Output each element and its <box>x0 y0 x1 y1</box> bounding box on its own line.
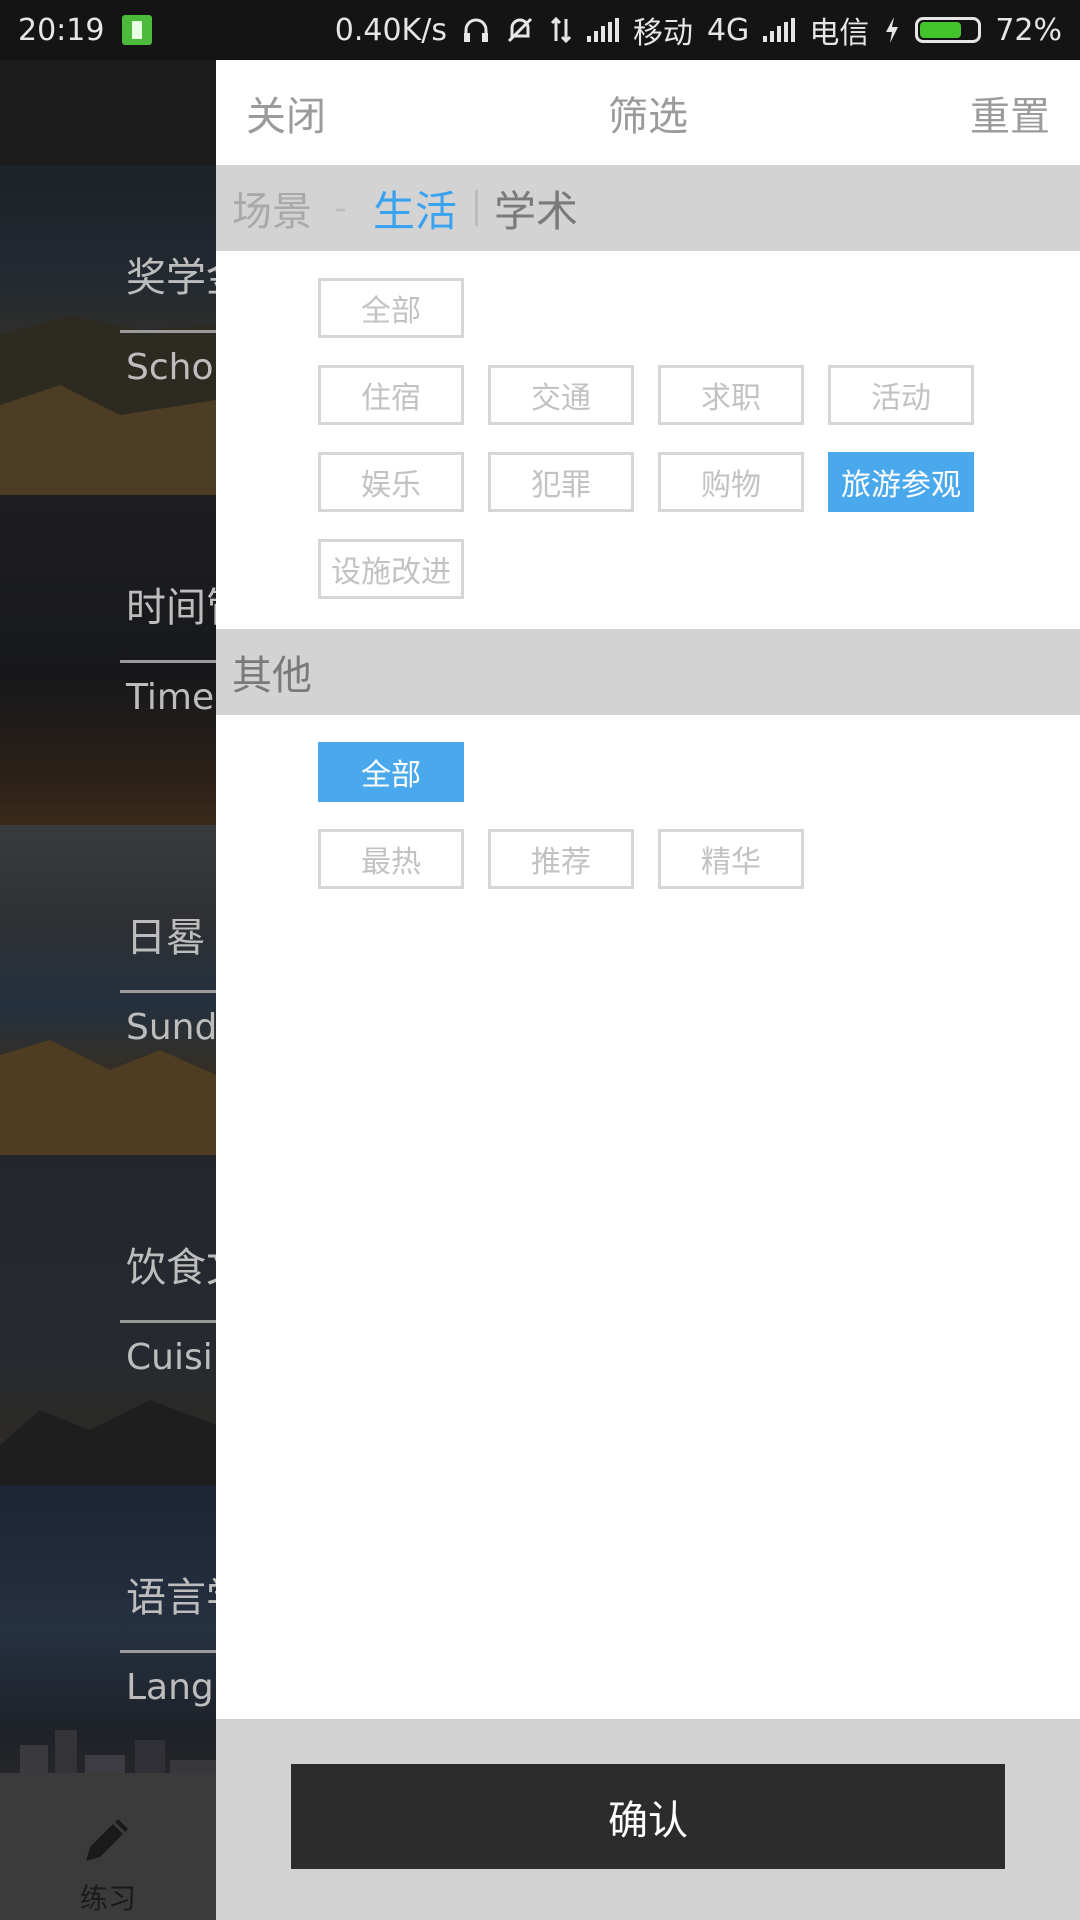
card-title: 时间管理 <box>126 585 216 631</box>
city-image <box>20 1730 216 1773</box>
tag-transport[interactable]: 交通 <box>488 365 634 425</box>
carrier-2: 电信 <box>809 16 870 51</box>
card-divider <box>120 330 216 333</box>
other-label: 其他 <box>232 653 312 699</box>
signal-icon <box>763 18 796 42</box>
tag-featured[interactable]: 精华 <box>658 829 804 889</box>
card-subtitle: Cuisine <box>126 1337 216 1378</box>
card-divider <box>120 1650 216 1653</box>
carrier-1: 移动 <box>632 16 693 51</box>
confirm-button[interactable]: 确认 <box>291 1764 1005 1869</box>
card-subtitle: Scholarship <box>126 347 216 388</box>
tag-recommended[interactable]: 推荐 <box>488 829 634 889</box>
tag-other-all[interactable]: 全部 <box>318 742 464 802</box>
card-title: 奖学金 <box>126 255 216 301</box>
data-arrows-icon <box>549 15 573 45</box>
battery-saver-icon <box>122 15 153 45</box>
background-card[interactable]: 奖学金 Scholarship <box>0 165 216 495</box>
drawer-footer: 确认 <box>216 1719 1080 1920</box>
net-speed: 0.40K/s <box>334 12 447 48</box>
tag-accommodation[interactable]: 住宿 <box>318 365 464 425</box>
scene-separator: - <box>334 187 347 229</box>
status-bar: 20:19 0.40K/s 移动 4G 电信 72% <box>0 0 1080 60</box>
tab-divider <box>475 190 479 226</box>
bottom-tab-bar: 练习 <box>0 1773 216 1920</box>
card-divider <box>120 660 216 663</box>
drawer-title: 筛选 <box>608 94 688 140</box>
reset-button[interactable]: 重置 <box>970 84 1050 142</box>
other-section-header: 其他 <box>216 629 1080 715</box>
scene-label: 场景 <box>232 189 312 235</box>
card-subtitle: Language <box>126 1667 216 1708</box>
tab-practice[interactable]: 练习 <box>0 1773 216 1920</box>
tag-shopping[interactable]: 购物 <box>658 452 804 512</box>
background-card[interactable]: 饮食文化 Cuisine <box>0 1155 216 1485</box>
network-type: 4G <box>706 12 750 48</box>
scene-tags: 全部 住宿 交通 求职 活动 娱乐 犯罪 购物 旅游参观 设施改进 <box>216 251 1080 629</box>
tag-scene-all[interactable]: 全部 <box>318 278 464 338</box>
tag-crime[interactable]: 犯罪 <box>488 452 634 512</box>
scene-section-header: 场景 - 生活 学术 <box>216 165 1080 251</box>
card-title: 饮食文化 <box>126 1245 216 1291</box>
headphones-icon <box>461 15 491 45</box>
card-divider <box>120 990 216 993</box>
tag-activity[interactable]: 活动 <box>828 365 974 425</box>
card-divider <box>120 1320 216 1323</box>
drawer-header: 关闭 筛选 重置 <box>216 60 1080 165</box>
tag-sightseeing[interactable]: 旅游参观 <box>828 452 974 512</box>
tag-facility-improvement[interactable]: 设施改进 <box>318 539 464 599</box>
background-card-list: 奖学金 Scholarship 时间管理 Time 日晷 Sundial 饮食文… <box>0 165 216 1773</box>
other-tags: 全部 最热 推荐 精华 <box>216 715 1080 915</box>
tab-life[interactable]: 生活 <box>373 178 457 239</box>
battery-icon <box>915 17 982 43</box>
card-title: 日晷 <box>126 915 206 961</box>
charging-icon <box>883 15 901 45</box>
tag-hottest[interactable]: 最热 <box>318 829 464 889</box>
background-top-bar <box>0 60 216 165</box>
tab-label: 练习 <box>79 1882 136 1915</box>
tab-academic[interactable]: 学术 <box>494 178 578 239</box>
card-subtitle: Time <box>126 677 215 718</box>
status-time: 20:19 <box>18 12 105 48</box>
card-title: 语言学习 <box>126 1575 216 1621</box>
filter-drawer: 关闭 筛选 重置 场景 - 生活 学术 全部 住宿 交通 求职 活动 娱乐 犯罪… <box>216 60 1080 1920</box>
tag-entertainment[interactable]: 娱乐 <box>318 452 464 512</box>
card-subtitle: Sundial <box>126 1007 216 1048</box>
pencil-icon <box>80 1811 136 1871</box>
mute-icon <box>505 15 535 45</box>
background-card[interactable]: 时间管理 Time <box>0 495 216 825</box>
signal-icon <box>586 18 619 42</box>
battery-percent: 72% <box>995 12 1062 48</box>
background-card[interactable]: 语言学习 Language <box>0 1485 216 1773</box>
tag-job-hunting[interactable]: 求职 <box>658 365 804 425</box>
background-card[interactable]: 日晷 Sundial <box>0 825 216 1155</box>
